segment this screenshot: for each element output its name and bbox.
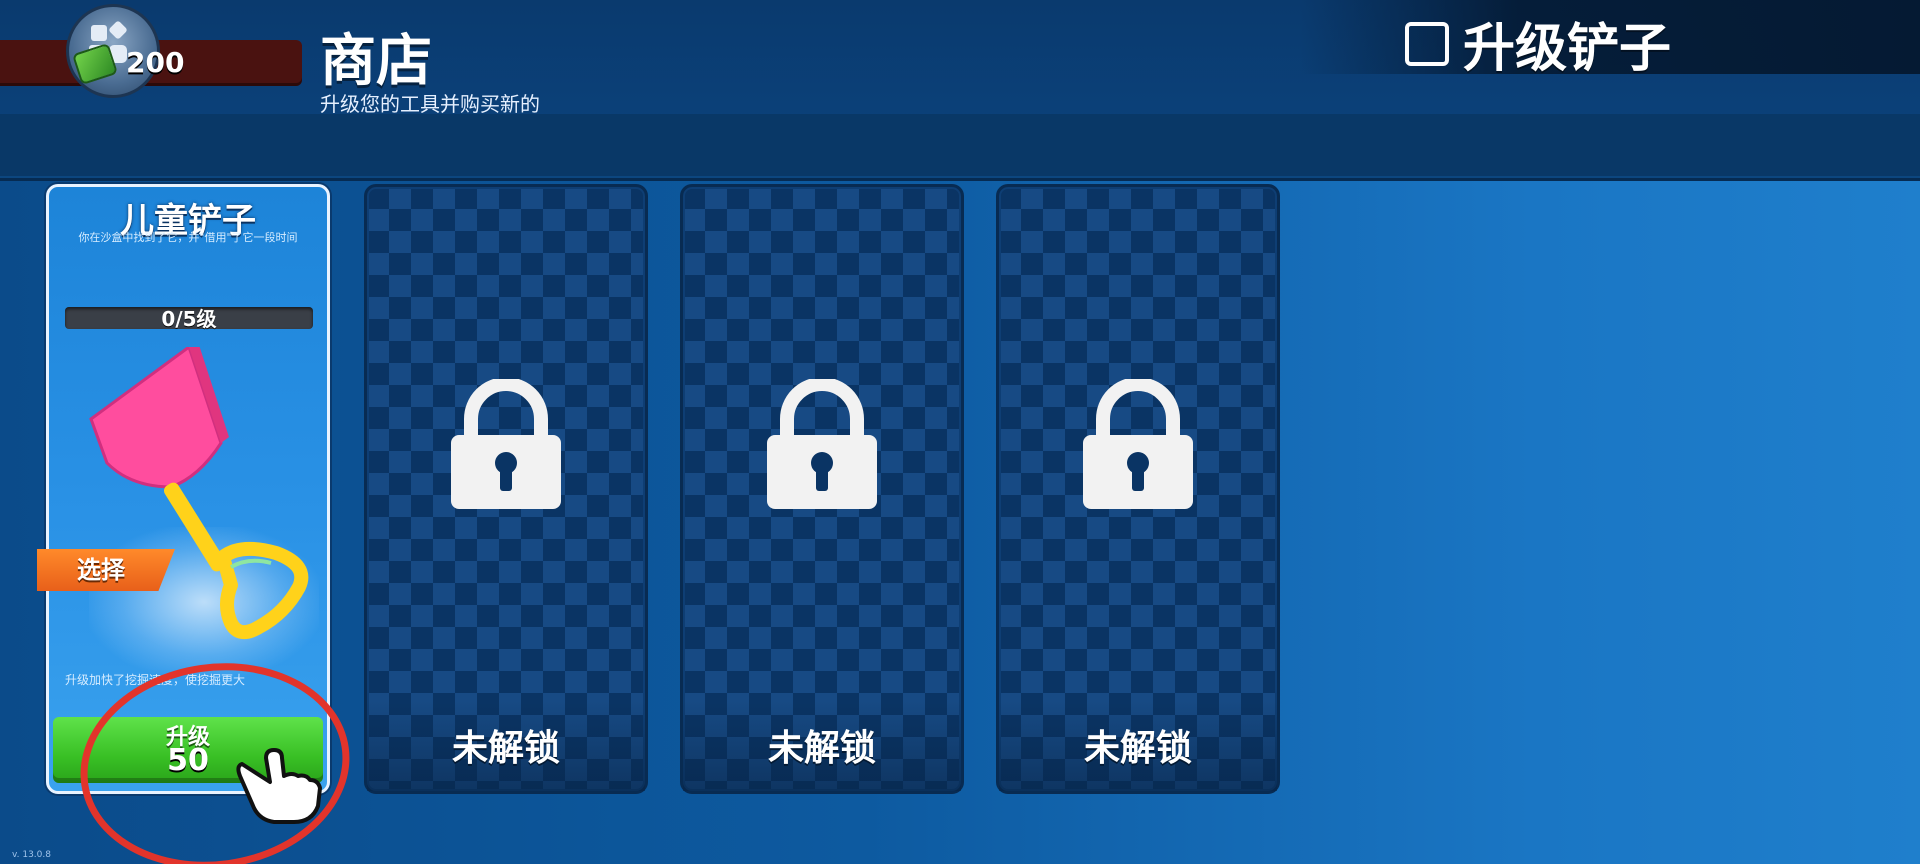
shop-header: 升级铲子 商店 升级您的工具并购买新的 — [0, 0, 1920, 181]
game-screen: 升级铲子 商店 升级您的工具并购买新的 200 儿童铲子 你在沙盒中找到了它，并… — [0, 0, 1920, 864]
lock-icon — [1083, 379, 1193, 509]
checkbox-icon — [1405, 21, 1449, 66]
header-band — [0, 114, 1920, 176]
lock-icon — [767, 379, 877, 509]
locked-status: 未解锁 — [767, 728, 876, 769]
level-text: 0/5级 — [161, 307, 217, 331]
tool-card-locked[interactable]: 未解锁 — [996, 184, 1280, 794]
tool-description: 你在沙盒中找到了它，并"借用"了它一段时间 — [78, 231, 298, 244]
tool-card-locked[interactable]: 未解锁 — [364, 184, 648, 794]
locked-status: 未解锁 — [1083, 728, 1192, 769]
select-button[interactable]: 选择 — [37, 549, 175, 591]
currency-value: 200 — [126, 46, 185, 79]
locked-status: 未解锁 — [451, 728, 560, 769]
page-subtitle: 升级您的工具并购买新的 — [320, 92, 540, 116]
tutorial-task-label: 升级铲子 — [1463, 19, 1672, 79]
tool-card-locked[interactable]: 未解锁 — [680, 184, 964, 794]
hand-pointer-icon — [236, 748, 322, 824]
version-text: v. 13.0.8 — [12, 850, 51, 860]
shovel-icon — [89, 347, 309, 640]
page-title: 商店 — [320, 29, 432, 94]
lock-icon — [451, 379, 561, 509]
tutorial-task: 升级铲子 — [1405, 6, 1671, 81]
